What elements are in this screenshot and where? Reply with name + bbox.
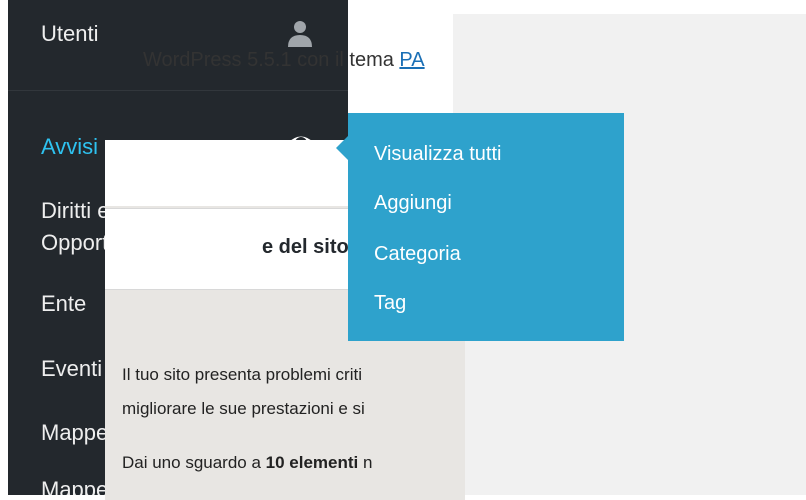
submenu-categoria[interactable]: Categoria [374,240,461,268]
sidebar-item-eventi[interactable]: Eventi [41,353,102,385]
left-edge [0,0,8,495]
health-status-line-3: Dai uno sguardo a 10 elementi n [122,453,373,472]
site-health-title: e del sito [262,236,349,258]
submenu-tag[interactable]: Tag [374,289,406,317]
submenu-aggiungi[interactable]: Aggiungi [374,189,452,217]
health-status-line-1: Il tuo sito presenta problemi criti [122,365,362,384]
sidebar-item-label: Mappe [41,477,109,495]
user-icon [288,21,312,47]
sidebar-item-avvisi[interactable]: Avvisi [41,131,98,163]
theme-link[interactable]: PA [399,49,424,71]
submenu-visualizza-tutti[interactable]: Visualizza tutti [374,140,501,168]
sidebar-item-label: Eventi [41,356,103,381]
sidebar-item-ente[interactable]: Ente [41,288,86,320]
health-items-link[interactable]: 10 elementi [266,453,359,472]
sidebar-separator [8,90,348,91]
sidebar-item-utenti[interactable]: Utenti [41,18,98,50]
health-status-line-2: migliorare le sue prestazioni e si [122,399,365,418]
sidebar-item-label: Ente [41,291,87,316]
flyout-pointer [336,136,348,160]
wordpress-version-text: WordPress 5.5.1 con il tema PA [143,49,425,71]
sidebar-item-label: Utenti [41,21,99,46]
sidebar-item-mappe[interactable]: Mappe [41,474,108,495]
sidebar-item-label: Avvisi [41,134,99,159]
